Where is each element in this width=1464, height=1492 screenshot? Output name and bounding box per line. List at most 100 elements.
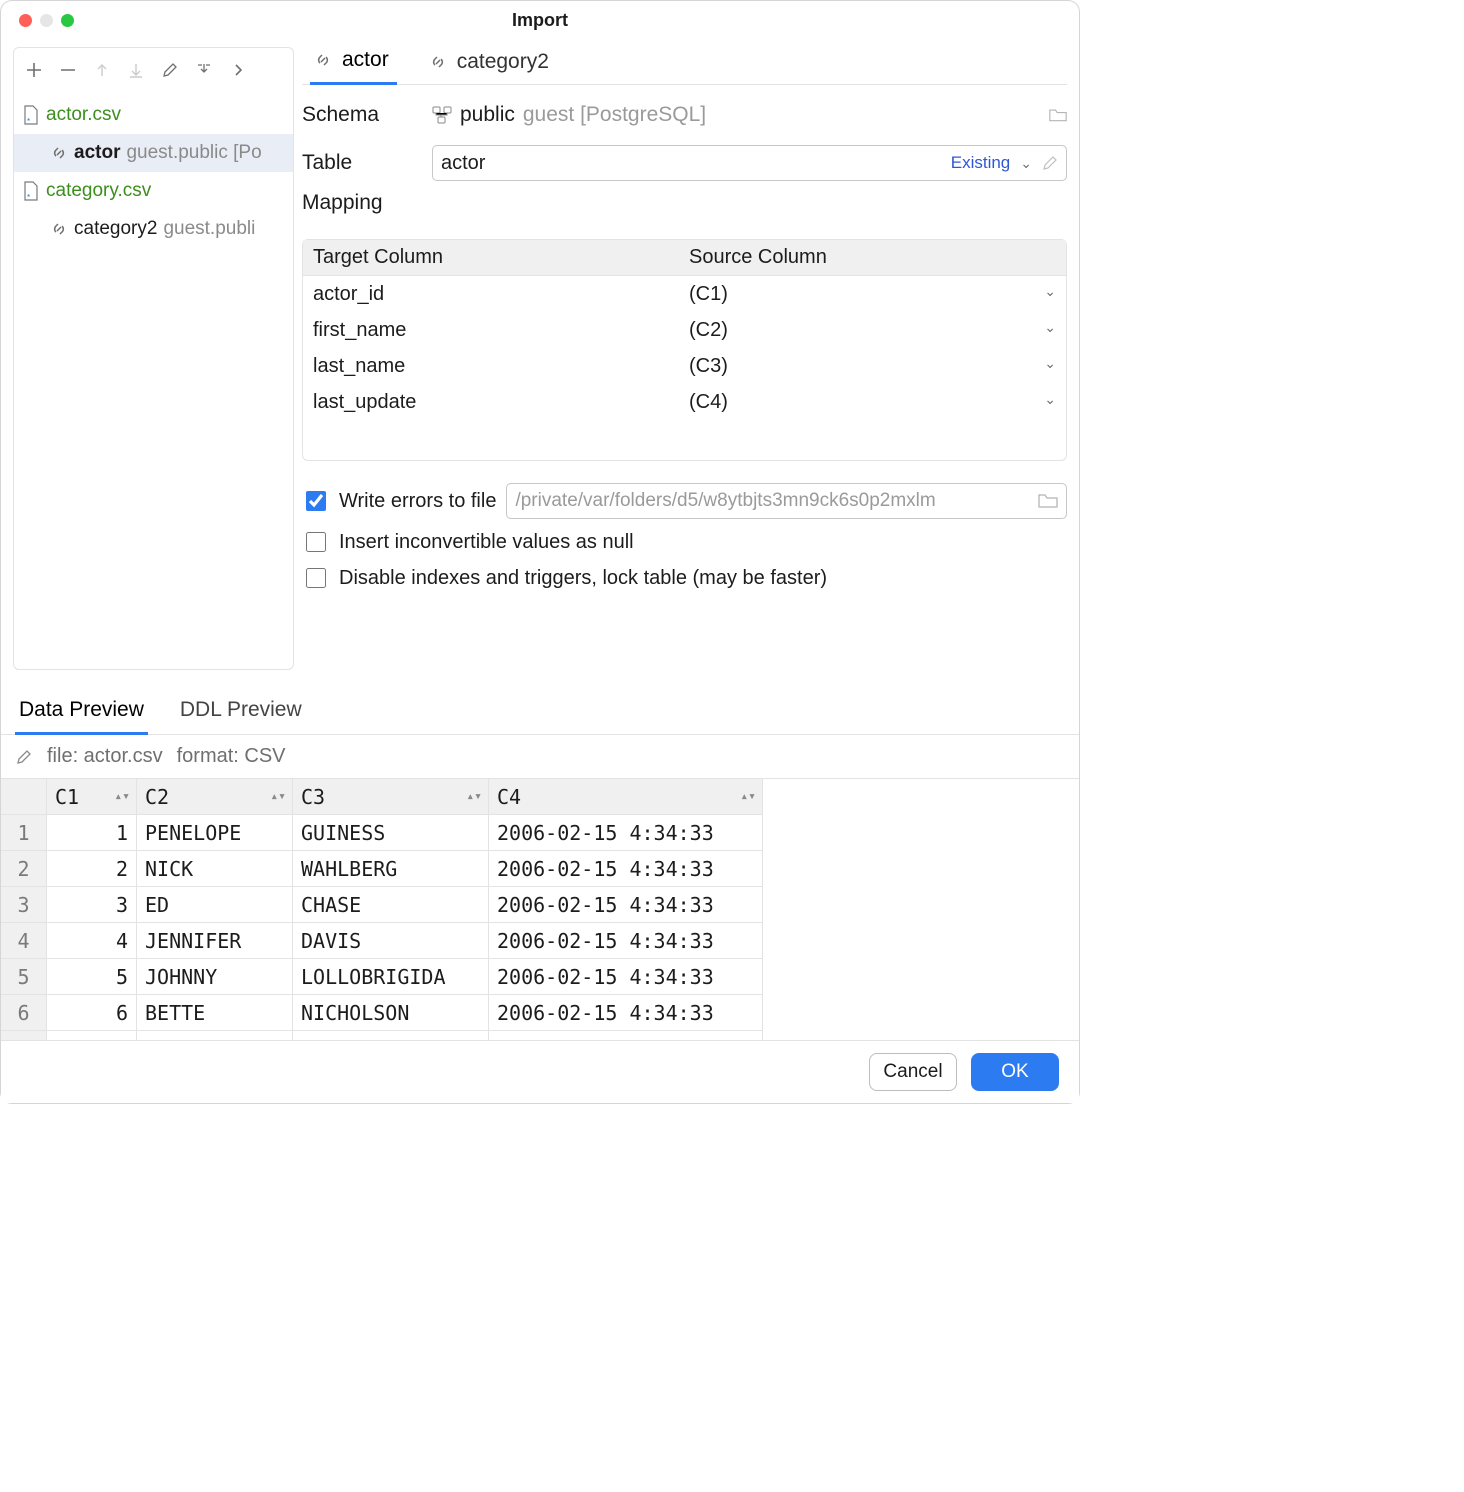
tab-category2[interactable]: category2 [425,44,557,84]
preview-meta: file: actor.csv format: CSV [1,735,1079,778]
grid-cell[interactable]: CHASE [293,887,489,923]
folder-icon[interactable] [1049,106,1067,124]
row-number: 1 [1,815,47,851]
tab-actor[interactable]: actor [310,42,397,85]
grid-cell[interactable]: WAHLBERG [293,851,489,887]
tree-table-category2[interactable]: category2 guest.publi [14,210,293,248]
edit-icon[interactable] [1038,155,1058,171]
null-row: Insert inconvertible values as null [302,529,1067,555]
disable-checkbox[interactable] [306,568,326,588]
mapping-row[interactable]: first_name (C2)⌄ [303,312,1066,348]
tab-data-preview[interactable]: Data Preview [15,692,148,735]
table-value: actor [441,152,951,175]
mapping-header-target[interactable]: Target Column [303,246,683,269]
grid-cell[interactable]: 6 [47,995,137,1031]
mapping-source[interactable]: (C2)⌄ [683,319,1066,342]
mapping-header-source[interactable]: Source Column [683,246,1066,269]
tree-table-actor[interactable]: actor guest.public [Po [14,134,293,172]
edit-icon[interactable] [160,60,180,80]
grid-cell[interactable]: 2 [47,851,137,887]
tab-label: actor [342,48,389,72]
grid-cell[interactable]: NICHOLSON [293,995,489,1031]
grid-cell[interactable]: 2006-02-15 4:34:33 [489,815,763,851]
tree-label: actor.csv [46,104,121,126]
tab-ddl-preview[interactable]: DDL Preview [176,692,306,734]
sort-icon[interactable]: ▴▾ [466,789,482,804]
grid-cell[interactable]: 2006-02-15 4:34:33 [489,995,763,1031]
tree-detail: guest.publi [163,218,255,240]
grid-cell[interactable]: 2006-02-15 4:34:33 [489,959,763,995]
file-icon: * [22,180,40,202]
grid-cell[interactable]: 4 [47,923,137,959]
chevron-down-icon[interactable]: ⌄ [1044,355,1056,372]
grid-cell[interactable]: JOHNNY [137,959,293,995]
grid-cell[interactable]: NICK [137,851,293,887]
grid-cell[interactable]: GUINESS [293,815,489,851]
write-errors-checkbox[interactable] [306,491,326,511]
chevron-down-icon[interactable]: ⌄ [1014,155,1038,172]
grid-cell[interactable]: LOLLOBRIGIDA [293,959,489,995]
grid-cell[interactable]: 2006-02-15 4:34:33 [489,887,763,923]
grid-header[interactable]: C3▴▾ [293,779,489,815]
tree-file-category[interactable]: * category.csv [14,172,293,210]
cancel-button[interactable]: Cancel [869,1053,957,1091]
tab-label: category2 [457,50,549,74]
schema-value: public [460,103,515,127]
mapping-source[interactable]: (C3)⌄ [683,355,1066,378]
sort-icon[interactable]: ▴▾ [114,789,130,804]
grid-cell[interactable]: JENNIFER [137,923,293,959]
grid-cell[interactable]: 1 [47,815,137,851]
arrow-down-icon [126,60,146,80]
mapping-target: last_update [303,391,683,414]
ok-button[interactable]: OK [971,1053,1059,1091]
grid-header[interactable]: C4▴▾ [489,779,763,815]
minus-icon[interactable] [58,60,78,80]
grid-cell[interactable]: 3 [47,887,137,923]
mapping-row[interactable]: last_name (C3)⌄ [303,348,1066,384]
table-row: Table actor Existing ⌄ [302,143,1067,183]
grid-cell[interactable]: 5 [47,959,137,995]
mapping-row[interactable]: last_update (C4)⌄ [303,384,1066,420]
existing-badge: Existing [951,153,1011,173]
row-number: 5 [1,959,47,995]
schema-icon [432,106,452,124]
grid-header[interactable]: C1▴▾ [47,779,137,815]
error-path-input[interactable]: /private/var/folders/d5/w8ytbjts3mn9ck6s… [506,483,1067,519]
link-icon [429,53,447,71]
grid-cell[interactable]: 2006-02-15 4:34:33 [489,923,763,959]
mapping-source[interactable]: (C4)⌄ [683,391,1066,414]
import-icon[interactable] [194,60,214,80]
arrow-up-icon [92,60,112,80]
table-input[interactable]: actor Existing ⌄ [432,145,1067,181]
write-errors-label: Write errors to file [339,490,496,513]
grid-header[interactable]: C2▴▾ [137,779,293,815]
grid-cell[interactable]: ED [137,887,293,923]
null-label: Insert inconvertible values as null [339,531,634,554]
table-link-icon [50,144,68,162]
grid-cell[interactable]: BETTE [137,995,293,1031]
chevron-down-icon[interactable]: ⌄ [1044,319,1056,336]
mapping-source[interactable]: (C1)⌄ [683,283,1066,306]
chevron-down-icon[interactable]: ⌄ [1044,283,1056,300]
edit-icon[interactable] [15,748,33,766]
tree-file-actor[interactable]: * actor.csv [14,96,293,134]
chevron-down-icon[interactable]: ⌄ [1044,391,1056,408]
plus-icon[interactable] [24,60,44,80]
grid-corner [1,779,47,815]
grid-cell[interactable]: 2006-02-15 4:34:33 [489,851,763,887]
sidebar-toolbar [14,48,293,92]
grid-cell[interactable]: DAVIS [293,923,489,959]
chevron-right-icon[interactable] [228,60,248,80]
mapping-label: Mapping [302,191,422,215]
source-tree: * actor.csv actor guest.public [Po * cat… [14,92,293,669]
mapping-target: first_name [303,319,683,342]
null-checkbox[interactable] [306,532,326,552]
mapping-row[interactable]: actor_id (C1)⌄ [303,276,1066,312]
sort-icon[interactable]: ▴▾ [740,789,756,804]
sort-icon[interactable]: ▴▾ [270,789,286,804]
preview-format: format: CSV [177,745,286,768]
folder-icon[interactable] [1038,493,1058,509]
grid-cell[interactable]: PENELOPE [137,815,293,851]
preview-tabs: Data Preview DDL Preview [1,682,1079,735]
window-title: Import [1,10,1079,31]
